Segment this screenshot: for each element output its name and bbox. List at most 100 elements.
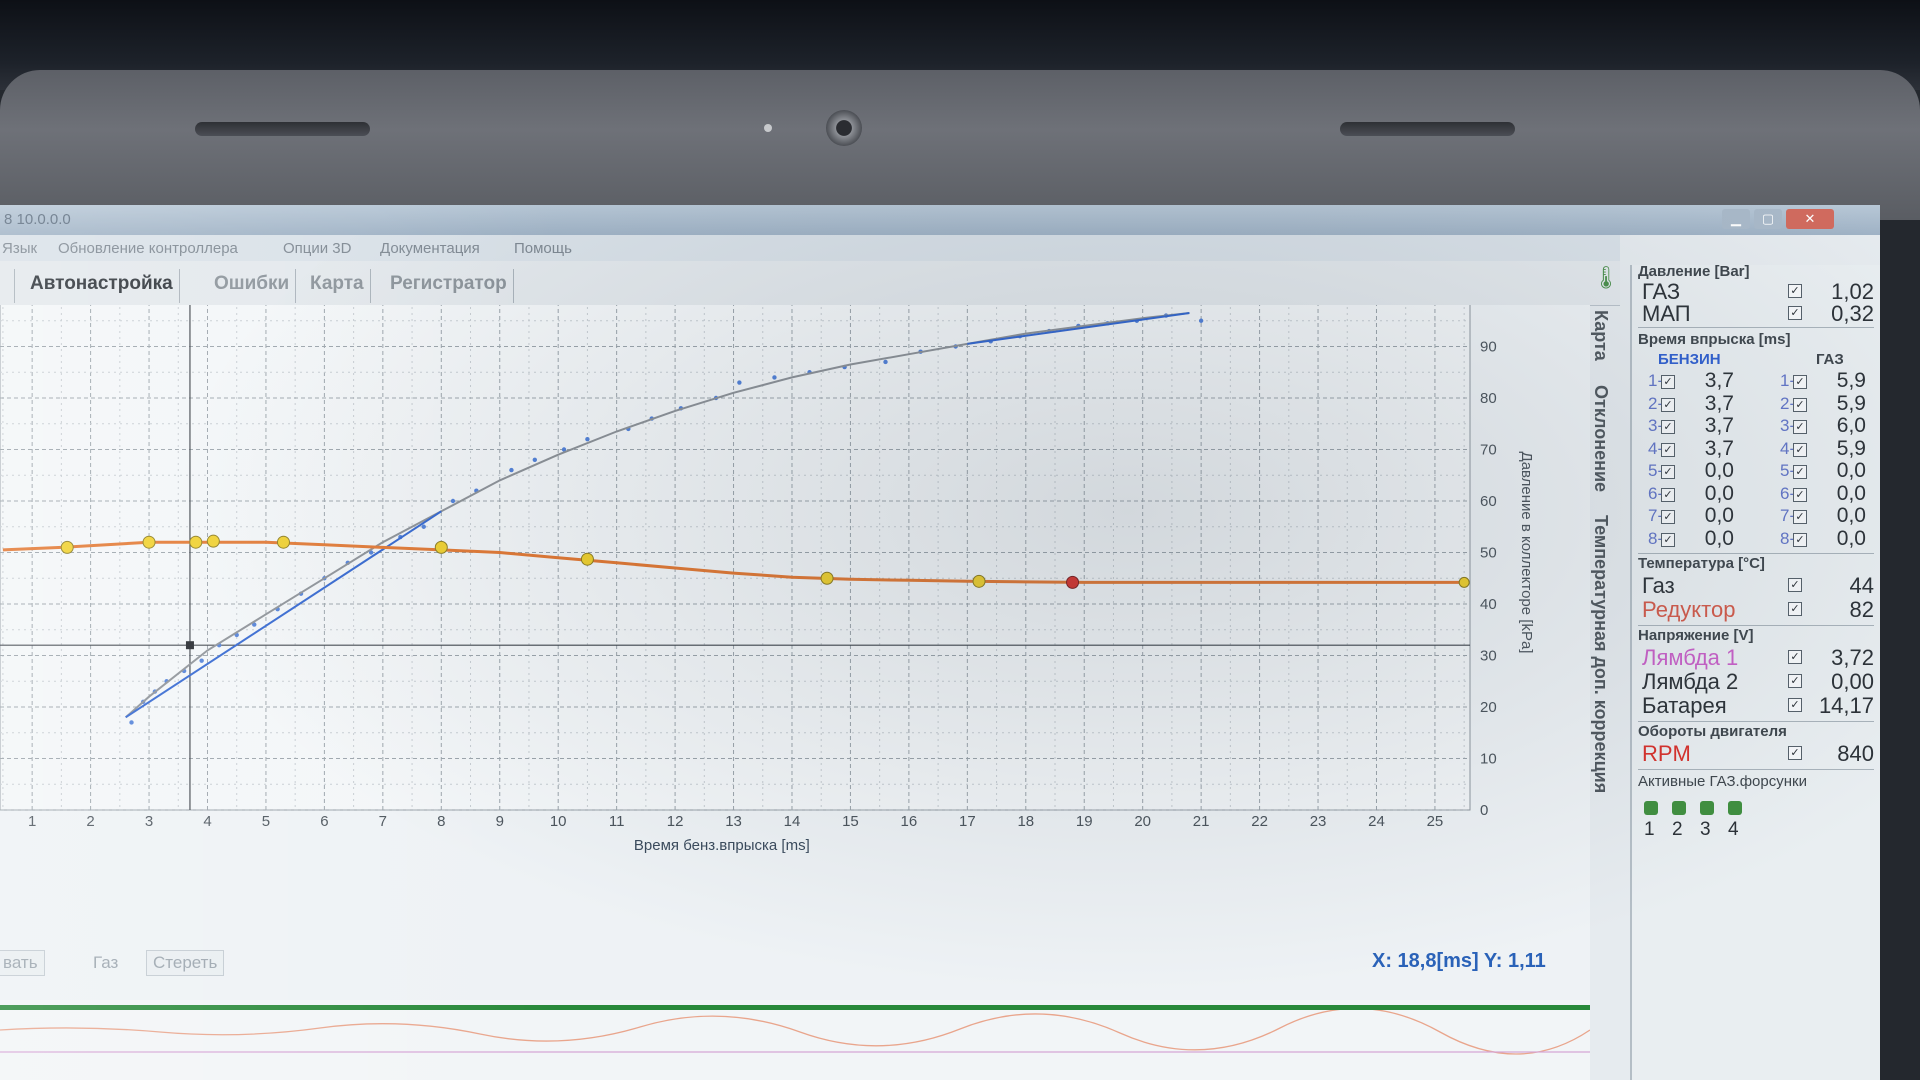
vtab-temperature-correction[interactable]: Температурная доп. коррекция	[1590, 515, 1611, 793]
temp-gas-checkbox[interactable]: ✓	[1788, 578, 1802, 592]
laptop-bezel	[0, 70, 1920, 220]
injector-checkbox[interactable]: ✓	[1793, 397, 1807, 412]
mini-graph	[0, 1010, 1590, 1055]
injector-checkbox[interactable]: ✓	[1661, 487, 1675, 502]
selected-correction-point	[1066, 575, 1080, 589]
measured-point	[509, 467, 514, 473]
erase-button[interactable]: Стереть	[146, 950, 225, 976]
vtab-map[interactable]: Карта	[1590, 310, 1611, 361]
injector-time-value: 0,0	[1836, 459, 1866, 482]
injector-checkbox[interactable]: ✓	[1661, 510, 1675, 524]
bottom-button-gas[interactable]: Газ	[86, 950, 125, 976]
injector-checkbox[interactable]: ✓	[1661, 532, 1675, 547]
measured-point	[450, 498, 456, 504]
battery-checkbox[interactable]: ✓	[1788, 698, 1802, 712]
divider	[1638, 553, 1874, 554]
y-tick-label: 10	[1480, 751, 1497, 768]
x-tick-label: 25	[1427, 813, 1444, 830]
gas-injector-row: 1- ✓ 5,9	[1780, 369, 1870, 393]
volt-row-battery: Батарея ✓ 14,17	[1638, 693, 1876, 718]
tab-logger[interactable]: Регистратор	[384, 269, 514, 303]
correction-point	[189, 535, 203, 549]
injector-checkbox[interactable]: ✓	[1661, 420, 1675, 434]
correction-point	[276, 535, 290, 549]
chart-panel: 1 2 3 4 5 6 7 8 9 10 11 12 13 14 15 16 17 18 19 20 21 22 23 24 2…	[0, 305, 1590, 1000]
gas-injector-row: 8- ✓ 0,0	[1780, 527, 1870, 551]
tab-previous[interactable]	[0, 269, 15, 303]
injector-checkbox[interactable]: ✓	[1793, 375, 1807, 389]
nozzle-number: 4	[1728, 819, 1739, 840]
x-tick-label: 4	[203, 813, 211, 830]
injector-checkbox[interactable]: ✓	[1793, 420, 1807, 434]
y-tick-label: 0	[1480, 802, 1488, 819]
temp-reducer-checkbox[interactable]: ✓	[1788, 602, 1802, 616]
maximize-button[interactable]: ▢	[1754, 209, 1782, 229]
injector-checkbox[interactable]: ✓	[1793, 510, 1807, 524]
tab-autotune[interactable]: Автонастройка	[24, 269, 180, 303]
rpm-value: 840	[1837, 741, 1874, 766]
measured-point	[421, 524, 426, 529]
active-nozzles-title: Активные ГАЗ.форсунки	[1638, 773, 1807, 790]
lambda2-value: 0,00	[1831, 669, 1874, 694]
temp-gas-value: 44	[1849, 573, 1874, 598]
injector-checkbox[interactable]: ✓	[1661, 442, 1675, 457]
y-tick-label: 40	[1480, 596, 1497, 613]
y-tick-label: 30	[1480, 648, 1497, 665]
menu-3d-options[interactable]: Опции 3D	[283, 240, 351, 257]
temperature-title: Температура [°C]	[1638, 555, 1765, 572]
x-tick-label: 11	[609, 813, 625, 830]
camera-led	[764, 124, 772, 132]
injector-time-value: 0,0	[1704, 526, 1734, 550]
injector-checkbox[interactable]: ✓	[1661, 375, 1675, 389]
menu-help[interactable]: Помощь	[514, 240, 572, 257]
x-tick-label: 24	[1368, 813, 1385, 830]
pressure-map-checkbox[interactable]: ✓	[1788, 306, 1802, 320]
injector-checkbox[interactable]: ✓	[1793, 532, 1807, 547]
injection-title: Время впрыска [ms]	[1638, 331, 1791, 348]
x-tick-label: 18	[1017, 813, 1034, 830]
injector-checkbox[interactable]: ✓	[1793, 465, 1807, 479]
tab-errors[interactable]: Ошибки	[208, 269, 297, 303]
menu-update-controller[interactable]: Обновление контроллера	[58, 240, 238, 257]
measured-point	[737, 380, 742, 385]
webcam	[826, 110, 862, 146]
rpm-checkbox[interactable]: ✓	[1788, 746, 1802, 760]
menu-documentation[interactable]: Документация	[380, 240, 480, 257]
autotune-chart[interactable]: 1 2 3 4 5 6 7 8 9 10 11 12 13 14 15 16 17 18 19 20 21 22 23 24 2…	[0, 305, 1590, 1000]
temp-reducer-value: 82	[1849, 597, 1874, 622]
x-tick-label: 2	[86, 813, 94, 830]
measured-point	[1198, 318, 1204, 323]
x-tick-label: 8	[437, 813, 445, 830]
vtab-deviation[interactable]: Отклонение	[1590, 385, 1611, 492]
menu-language[interactable]: Язык	[2, 240, 37, 257]
injector-time-value: 0,0	[1704, 504, 1734, 527]
temp-reducer-label: Редуктор	[1642, 597, 1736, 622]
cursor-marker	[185, 641, 194, 650]
x-tick-label: 16	[901, 813, 918, 830]
petrol-injector-row: 3- ✓ 3,7	[1648, 414, 1738, 438]
lambda2-checkbox[interactable]: ✓	[1788, 674, 1802, 688]
injector-checkbox[interactable]: ✓	[1793, 487, 1807, 502]
petrol-injector-row: 2- ✓ 3,7	[1648, 392, 1738, 416]
close-button[interactable]: ✕	[1786, 209, 1834, 229]
pressure-gas-checkbox[interactable]: ✓	[1788, 284, 1802, 298]
injector-checkbox[interactable]: ✓	[1661, 465, 1675, 479]
lambda1-checkbox[interactable]: ✓	[1788, 650, 1802, 664]
lambda2-label: Лямбда 2	[1642, 669, 1739, 694]
bezel-slot-left	[195, 122, 370, 136]
minimize-button[interactable]: ▁	[1722, 209, 1750, 229]
tab-map[interactable]: Карта	[304, 269, 371, 303]
nozzle-number: 1	[1644, 819, 1655, 840]
injector-checkbox[interactable]: ✓	[1661, 397, 1675, 412]
injector-time-value: 3,7	[1704, 369, 1734, 392]
petrol-injector-row: 1- ✓ 3,7	[1648, 369, 1738, 393]
injector-time-value: 3,7	[1704, 414, 1734, 437]
x-tick-label: 22	[1251, 813, 1268, 830]
bottom-button-1[interactable]: вать	[0, 950, 45, 976]
temp-gas-label: Газ	[1642, 573, 1675, 598]
x-tick-label: 14	[784, 813, 801, 830]
injector-checkbox[interactable]: ✓	[1793, 442, 1807, 457]
x-tick-label: 15	[842, 813, 859, 830]
x-tick-label: 3	[145, 813, 153, 830]
lambda1-label: Лямбда 1	[1642, 645, 1739, 670]
